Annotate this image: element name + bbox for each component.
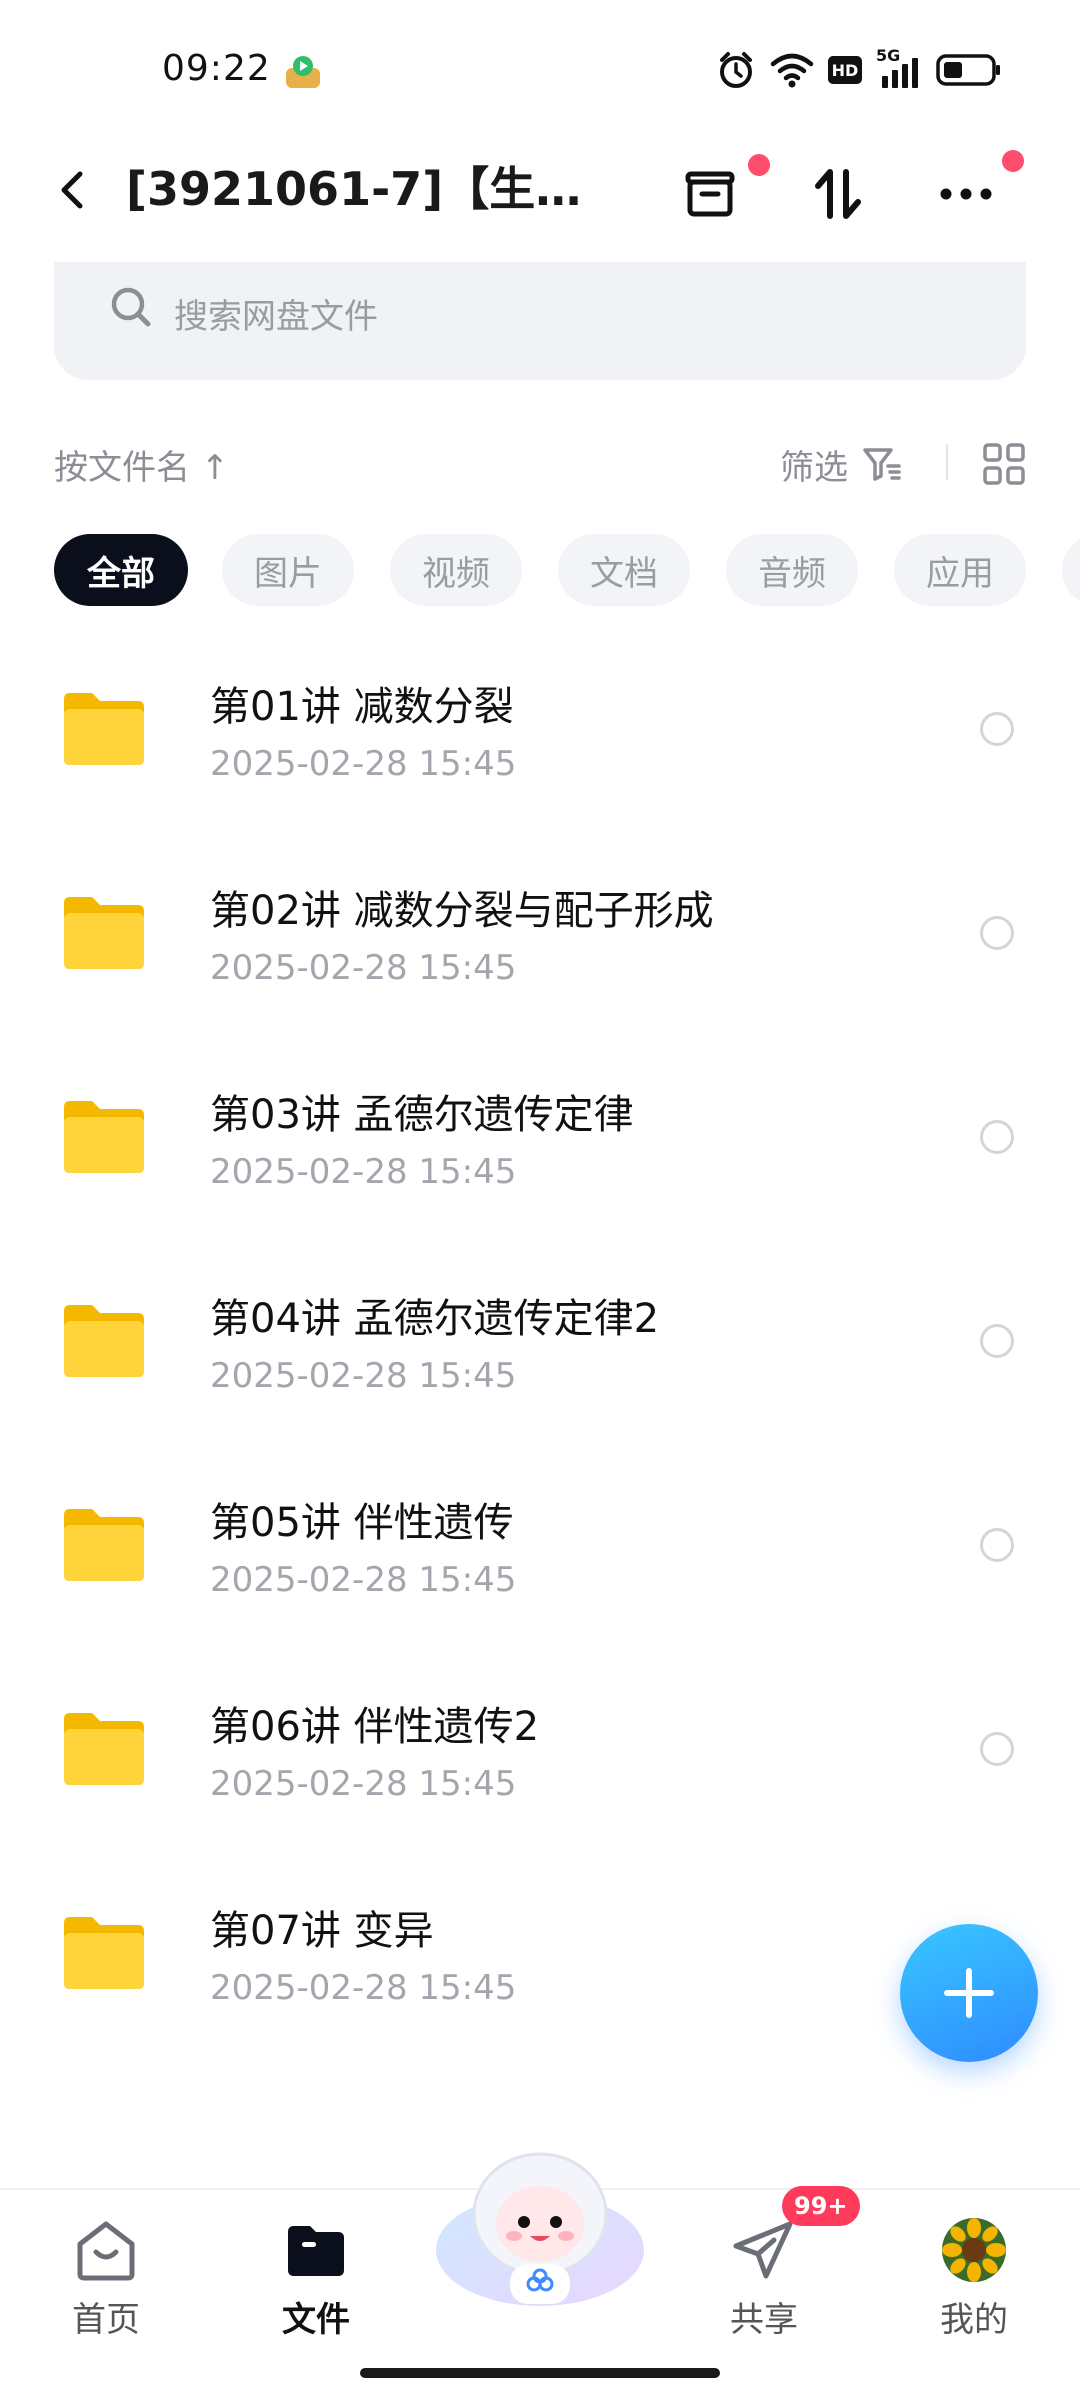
divider: [946, 444, 948, 480]
add-button[interactable]: [900, 1924, 1038, 2062]
folder-icon: [64, 1305, 144, 1377]
plus-icon: [944, 1968, 994, 2018]
chip-images[interactable]: 图片: [222, 534, 354, 606]
select-radio[interactable]: [980, 1528, 1014, 1562]
select-radio[interactable]: [980, 712, 1014, 746]
more-button[interactable]: [926, 150, 1024, 234]
header: [3921061-7]【生物...: [0, 140, 1080, 240]
nav-label: 首页: [72, 2300, 140, 2340]
file-name: 第03讲 孟德尔遗传定律: [210, 1092, 634, 1138]
chip-all[interactable]: 全部: [54, 534, 188, 606]
file-row[interactable]: 第03讲 孟德尔遗传定律 2025-02-28 15:45: [0, 1042, 1080, 1246]
avatar-icon: [942, 2218, 1006, 2282]
file-date: 2025-02-28 15:45: [210, 1968, 517, 2008]
sort-transfer-icon: [815, 169, 861, 219]
file-date: 2025-02-28 15:45: [210, 1764, 517, 1804]
notification-dot: [1002, 150, 1024, 172]
nav-home[interactable]: 首页: [36, 2212, 176, 2352]
file-date: 2025-02-28 15:45: [210, 1356, 517, 1396]
search-icon: [111, 287, 151, 327]
file-row[interactable]: 第06讲 伴性遗传2 2025-02-28 15:45: [0, 1654, 1080, 1858]
status-bar: 09:22 HD 5G: [0, 0, 1080, 140]
hd-icon: HD: [828, 56, 862, 84]
file-date: 2025-02-28 15:45: [210, 1560, 517, 1600]
nav-files[interactable]: 文件: [246, 2212, 386, 2352]
archive-icon: [685, 171, 735, 217]
file-name: 第05讲 伴性遗传: [210, 1500, 514, 1546]
network-label: 5G: [876, 46, 901, 65]
back-button[interactable]: [48, 164, 100, 216]
chip-audio[interactable]: 音频: [726, 534, 858, 606]
file-row[interactable]: 第05讲 伴性遗传 2025-02-28 15:45: [0, 1450, 1080, 1654]
chip-apps[interactable]: 应用: [894, 534, 1026, 606]
battery-icon: [936, 54, 1000, 86]
search-input[interactable]: 搜索网盘文件: [54, 262, 1026, 380]
hd-label: HD: [831, 60, 859, 80]
sort-row: 按文件名 ↑ 筛选: [0, 430, 1080, 496]
select-radio[interactable]: [980, 1732, 1014, 1766]
nav-profile[interactable]: 我的: [904, 2212, 1044, 2352]
file-name: 第01讲 减数分裂: [210, 684, 514, 730]
nav-label: 文件: [282, 2300, 350, 2340]
file-row[interactable]: 第02讲 减数分裂与配子形成 2025-02-28 15:45: [0, 838, 1080, 1042]
transfer-button[interactable]: [798, 154, 878, 234]
file-date: 2025-02-28 15:45: [210, 948, 517, 988]
folder-icon: [64, 1917, 144, 1989]
back-arrow-icon: [61, 171, 83, 209]
file-row[interactable]: 第01讲 减数分裂 2025-02-28 15:45: [0, 634, 1080, 838]
nav-label: 共享: [730, 2300, 798, 2340]
folder-icon: [64, 897, 144, 969]
status-time: 09:22: [162, 48, 271, 89]
file-date: 2025-02-28 15:45: [210, 744, 517, 784]
share-badge: 99+: [782, 2186, 860, 2226]
page-title: [3921061-7]【生物...: [126, 162, 596, 216]
folder-icon: [64, 1101, 144, 1173]
file-name: 第04讲 孟德尔遗传定律2: [210, 1296, 660, 1342]
file-row[interactable]: 第04讲 孟德尔遗传定律2 2025-02-28 15:45: [0, 1246, 1080, 1450]
file-name: 第06讲 伴性遗传2: [210, 1704, 540, 1750]
file-name: 第02讲 减数分裂与配子形成: [210, 888, 714, 934]
nav-share[interactable]: 共享: [694, 2212, 834, 2352]
send-icon: [733, 2221, 793, 2279]
chip-videos[interactable]: 视频: [390, 534, 522, 606]
filter-icon[interactable]: [862, 446, 902, 482]
grid-view-icon[interactable]: [982, 442, 1026, 486]
search-placeholder: 搜索网盘文件: [174, 297, 378, 337]
folder-icon: [64, 693, 144, 765]
folder-icon: [288, 2226, 344, 2276]
notification-dot: [748, 154, 770, 176]
app-notification-icon: [284, 54, 322, 90]
home-icon: [77, 2221, 135, 2281]
file-name: 第07讲 变异: [210, 1908, 434, 1954]
folder-icon: [64, 1713, 144, 1785]
more-icon: [940, 188, 992, 200]
select-radio[interactable]: [980, 1120, 1014, 1154]
chip-more[interactable]: [1062, 534, 1080, 606]
select-radio[interactable]: [980, 916, 1014, 950]
alarm-icon: [720, 52, 752, 88]
wifi-icon: [770, 53, 814, 88]
file-date: 2025-02-28 15:45: [210, 1152, 517, 1192]
signal-5g-icon: 5G: [876, 46, 922, 90]
nav-label: 我的: [940, 2300, 1008, 2340]
select-radio[interactable]: [980, 1324, 1014, 1358]
chip-documents[interactable]: 文档: [558, 534, 690, 606]
archive-button[interactable]: [670, 154, 770, 234]
mascot-icon[interactable]: [430, 2132, 650, 2312]
folder-icon: [64, 1509, 144, 1581]
filter-button[interactable]: 筛选: [780, 440, 848, 489]
home-indicator[interactable]: [360, 2368, 720, 2378]
file-type-chips: 全部 图片 视频 文档 音频 应用: [0, 534, 1080, 608]
sort-by-name-button[interactable]: 按文件名 ↑: [54, 440, 229, 489]
